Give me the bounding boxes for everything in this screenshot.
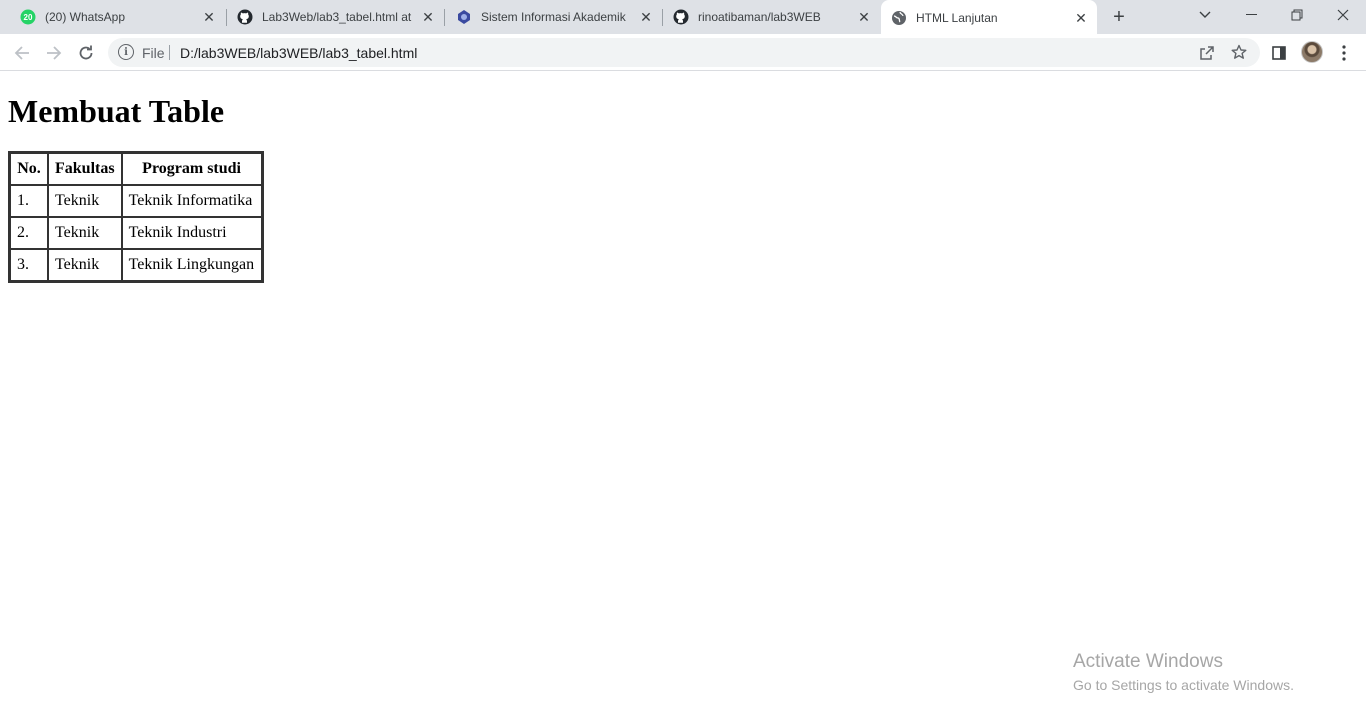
university-logo-icon: [456, 9, 472, 25]
table-cell-no: 1.: [10, 185, 48, 217]
column-header-fakultas: Fakultas: [48, 153, 122, 185]
tab-search-chevron-icon[interactable]: [1182, 0, 1228, 30]
table-row: 2. Teknik Teknik Industri: [10, 217, 262, 249]
tab-title: Lab3Web/lab3_tabel.html at: [262, 10, 412, 24]
side-panel-icon[interactable]: [1267, 41, 1291, 65]
scheme-label: File: [142, 45, 165, 61]
tab-html-lanjutan[interactable]: HTML Lanjutan ✕: [881, 0, 1097, 36]
address-bar[interactable]: i File D:/lab3WEB/lab3WEB/lab3_tabel.htm…: [108, 38, 1260, 67]
table-cell-no: 2.: [10, 217, 48, 249]
restore-window-button[interactable]: [1274, 0, 1320, 30]
share-icon[interactable]: [1198, 44, 1216, 62]
close-tab-icon[interactable]: ✕: [638, 9, 654, 25]
close-tab-icon[interactable]: ✕: [420, 9, 436, 25]
tab-github-lab3web[interactable]: Lab3Web/lab3_tabel.html at ✕: [227, 0, 444, 34]
table-cell-fakultas: Teknik: [48, 249, 122, 281]
whatsapp-icon: 20: [20, 9, 36, 25]
table-row: 1. Teknik Teknik Informatika: [10, 185, 262, 217]
back-arrow-icon[interactable]: [10, 41, 34, 65]
faculty-table: No. Fakultas Program studi 1. Teknik Tek…: [8, 151, 264, 283]
close-window-button[interactable]: [1320, 0, 1366, 30]
page-content: Membuat Table No. Fakultas Program studi…: [0, 72, 1366, 728]
site-info-icon[interactable]: i: [118, 44, 134, 60]
table-cell-fakultas: Teknik: [48, 217, 122, 249]
close-tab-icon[interactable]: ✕: [856, 9, 872, 25]
tab-title: HTML Lanjutan: [916, 11, 998, 25]
tab-whatsapp[interactable]: 20 (20) WhatsApp ✕: [0, 0, 225, 34]
tab-github-rinoatibaman[interactable]: rinoatibaman/lab3WEB ✕: [663, 0, 880, 34]
watermark-title: Activate Windows: [1073, 651, 1223, 672]
table-header-row: No. Fakultas Program studi: [10, 153, 262, 185]
tab-title: Sistem Informasi Akademik: [481, 10, 626, 24]
new-tab-button[interactable]: +: [1108, 6, 1130, 28]
table-row: 3. Teknik Teknik Lingkungan: [10, 249, 262, 281]
table-cell-program-studi: Teknik Lingkungan: [121, 249, 262, 281]
globe-icon: [891, 10, 907, 26]
tab-title: (20) WhatsApp: [45, 10, 126, 24]
url-text[interactable]: D:/lab3WEB/lab3WEB/lab3_tabel.html: [180, 45, 417, 61]
table-cell-program-studi: Teknik Informatika: [121, 185, 262, 217]
profile-avatar[interactable]: [1301, 41, 1323, 63]
tab-strip: 20 (20) WhatsApp ✕ Lab3Web/lab3_tabel.ht…: [0, 0, 1366, 36]
more-menu-icon[interactable]: [1332, 41, 1356, 65]
close-tab-icon[interactable]: ✕: [201, 9, 217, 25]
browser-toolbar: i File D:/lab3WEB/lab3WEB/lab3_tabel.htm…: [0, 34, 1366, 71]
github-icon: [673, 9, 689, 25]
page-heading: Membuat Table: [8, 93, 225, 129]
table-cell-fakultas: Teknik: [48, 185, 122, 217]
table-cell-no: 3.: [10, 249, 48, 281]
reload-icon[interactable]: [74, 41, 98, 65]
close-tab-icon[interactable]: ✕: [1073, 10, 1089, 26]
bookmark-star-icon[interactable]: [1230, 43, 1248, 61]
github-icon: [237, 9, 253, 25]
tab-sistem-informasi-akademik[interactable]: Sistem Informasi Akademik ✕: [445, 0, 662, 34]
minimize-window-button[interactable]: [1228, 0, 1274, 30]
table-cell-program-studi: Teknik Industri: [121, 217, 262, 249]
watermark-subtitle: Go to Settings to activate Windows.: [1073, 677, 1294, 693]
column-header-no: No.: [10, 153, 48, 185]
tab-title: rinoatibaman/lab3WEB: [698, 10, 821, 24]
address-divider: [169, 45, 170, 60]
column-header-program-studi: Program studi: [121, 153, 262, 185]
forward-arrow-icon[interactable]: [42, 41, 66, 65]
whatsapp-badge: 20: [23, 12, 33, 22]
activate-windows-watermark: Activate Windows Go to Settings to activ…: [1073, 650, 1294, 696]
